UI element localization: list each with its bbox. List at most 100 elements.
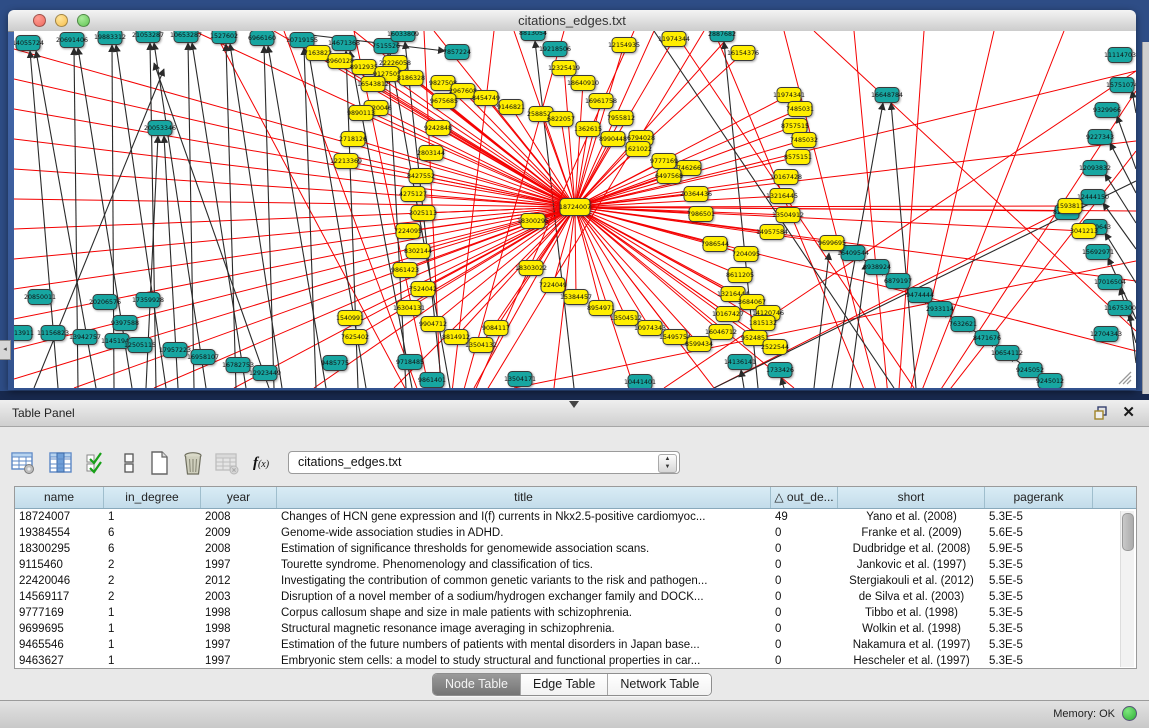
table-row[interactable]: 2242004622012Investigating the contribut…: [15, 573, 1136, 589]
column-header-in_degree[interactable]: in_degree: [104, 487, 201, 508]
table-cell[interactable]: 5.3E-5: [985, 557, 1093, 573]
table-cell[interactable]: 14569117: [15, 589, 104, 605]
table-cell[interactable]: 0: [771, 525, 838, 541]
scrollbar-thumb[interactable]: [1122, 513, 1134, 551]
table-cell[interactable]: 19384554: [15, 525, 104, 541]
tab-network-table[interactable]: Network Table: [608, 674, 711, 695]
table-cell[interactable]: Structural magnetic resonance image aver…: [277, 621, 771, 637]
column-header-title[interactable]: title: [277, 487, 771, 508]
column-header-name[interactable]: name: [15, 487, 104, 508]
table-cell[interactable]: 0: [771, 589, 838, 605]
panel-collapse-handle[interactable]: ◂: [0, 340, 11, 360]
table-row[interactable]: 1938455462009Genome-wide association stu…: [15, 525, 1136, 541]
table-cell[interactable]: Yano et al. (2008): [838, 509, 985, 525]
table-cell[interactable]: 2003: [201, 589, 277, 605]
tab-edge-table[interactable]: Edge Table: [521, 674, 608, 695]
table-cell[interactable]: 1: [104, 637, 201, 653]
table-cell[interactable]: 1997: [201, 557, 277, 573]
table-cell[interactable]: 49: [771, 509, 838, 525]
close-panel-icon[interactable]: ✕: [1122, 403, 1135, 421]
table-cell[interactable]: 9115460: [15, 557, 104, 573]
table-cell[interactable]: 1: [104, 621, 201, 637]
table-cell[interactable]: 2: [104, 573, 201, 589]
table-cell[interactable]: 5.3E-5: [985, 653, 1093, 669]
table-cell[interactable]: 1998: [201, 605, 277, 621]
table-cell[interactable]: 2009: [201, 525, 277, 541]
table-cell[interactable]: Disruption of a novel member of a sodium…: [277, 589, 771, 605]
table-cell[interactable]: 0: [771, 637, 838, 653]
table-cell[interactable]: Wolkin et al. (1998): [838, 621, 985, 637]
table-cell[interactable]: 9463627: [15, 653, 104, 669]
table-cell[interactable]: 5.3E-5: [985, 621, 1093, 637]
table-cell[interactable]: Jankovic et al. (1997): [838, 557, 985, 573]
table-row[interactable]: 977716911998Corpus callosum shape and si…: [15, 605, 1136, 621]
select-rows-button[interactable]: [82, 448, 112, 478]
table-cell[interactable]: 18300295: [15, 541, 104, 557]
table-cell[interactable]: 0: [771, 557, 838, 573]
table-row[interactable]: 946554611997Estimation of the future num…: [15, 637, 1136, 653]
table-cell[interactable]: 2: [104, 557, 201, 573]
import-table-button[interactable]: [212, 448, 242, 478]
table-cell[interactable]: Hescheler et al. (1997): [838, 653, 985, 669]
table-cell[interactable]: Tourette syndrome. Phenomenology and cla…: [277, 557, 771, 573]
table-cell[interactable]: 0: [771, 605, 838, 621]
table-cell[interactable]: Nakamura et al. (1997): [838, 637, 985, 653]
column-header-pagerank[interactable]: pagerank: [985, 487, 1093, 508]
table-row[interactable]: 969969511998Structural magnetic resonanc…: [15, 621, 1136, 637]
table-cell[interactable]: 5.6E-5: [985, 525, 1093, 541]
table-row[interactable]: 1830029562008Estimation of significance …: [15, 541, 1136, 557]
table-row[interactable]: 1456911722003Disruption of a novel membe…: [15, 589, 1136, 605]
table-cell[interactable]: 18724007: [15, 509, 104, 525]
table-cell[interactable]: 9699695: [15, 621, 104, 637]
table-cell[interactable]: 9777169: [15, 605, 104, 621]
new-document-button[interactable]: [144, 448, 174, 478]
network-window-titlebar[interactable]: citations_edges.txt: [8, 10, 1136, 32]
table-row[interactable]: 1872400712008Changes of HCN gene express…: [15, 509, 1136, 525]
table-settings-button[interactable]: [8, 448, 38, 478]
table-cell[interactable]: de Silva et al. (2003): [838, 589, 985, 605]
table-cell[interactable]: 5.3E-5: [985, 637, 1093, 653]
window-resize-grip[interactable]: [1116, 369, 1132, 385]
table-cell[interactable]: 5.5E-5: [985, 573, 1093, 589]
table-cell[interactable]: Changes of HCN gene expression and I(f) …: [277, 509, 771, 525]
table-cell[interactable]: Corpus callosum shape and size in male p…: [277, 605, 771, 621]
table-cell[interactable]: 2: [104, 589, 201, 605]
function-builder-button[interactable]: f(x): [246, 448, 276, 478]
float-panel-icon[interactable]: [1093, 405, 1109, 421]
table-cell[interactable]: 0: [771, 541, 838, 557]
delete-table-button[interactable]: [178, 448, 208, 478]
table-cell[interactable]: 5.9E-5: [985, 541, 1093, 557]
table-cell[interactable]: Dudbridge et al. (2008): [838, 541, 985, 557]
table-cell[interactable]: 1: [104, 653, 201, 669]
select-columns-button[interactable]: [46, 448, 76, 478]
table-row[interactable]: 911546021997Tourette syndrome. Phenomeno…: [15, 557, 1136, 573]
table-cell[interactable]: 9465546: [15, 637, 104, 653]
table-cell[interactable]: 0: [771, 621, 838, 637]
table-cell[interactable]: 5.3E-5: [985, 509, 1093, 525]
tab-node-table[interactable]: Node Table: [433, 674, 521, 695]
table-cell[interactable]: 5.3E-5: [985, 589, 1093, 605]
table-cell[interactable]: 1997: [201, 653, 277, 669]
table-cell[interactable]: 1: [104, 509, 201, 525]
table-cell[interactable]: Estimation of significance thresholds fo…: [277, 541, 771, 557]
network-view-window[interactable]: citations_edges.txt 18724007140557242069…: [8, 10, 1136, 390]
combobox-stepper-icon[interactable]: ▲▼: [658, 454, 677, 473]
table-cell[interactable]: 5.3E-5: [985, 605, 1093, 621]
column-header-out_de[interactable]: △ out_de...: [771, 487, 838, 508]
table-cell[interactable]: 1: [104, 605, 201, 621]
table-cell[interactable]: Investigating the contribution of common…: [277, 573, 771, 589]
column-header-year[interactable]: year: [201, 487, 277, 508]
table-cell[interactable]: 6: [104, 525, 201, 541]
table-vertical-scrollbar[interactable]: [1120, 511, 1134, 667]
column-header-short[interactable]: short: [838, 487, 985, 508]
node-table[interactable]: namein_degreeyeartitle△ out_de...shortpa…: [14, 486, 1137, 669]
table-cell[interactable]: 0: [771, 653, 838, 669]
table-cell[interactable]: 2008: [201, 509, 277, 525]
table-cell[interactable]: 1997: [201, 637, 277, 653]
table-cell[interactable]: 0: [771, 573, 838, 589]
table-cell[interactable]: Stergiakouli et al. (2012): [838, 573, 985, 589]
splitter-handle-icon[interactable]: [569, 401, 579, 408]
table-cell[interactable]: Franke et al. (2009): [838, 525, 985, 541]
network-graph-svg[interactable]: 1872400714055724206914061988331221053287…: [14, 31, 1136, 388]
table-cell[interactable]: 2008: [201, 541, 277, 557]
